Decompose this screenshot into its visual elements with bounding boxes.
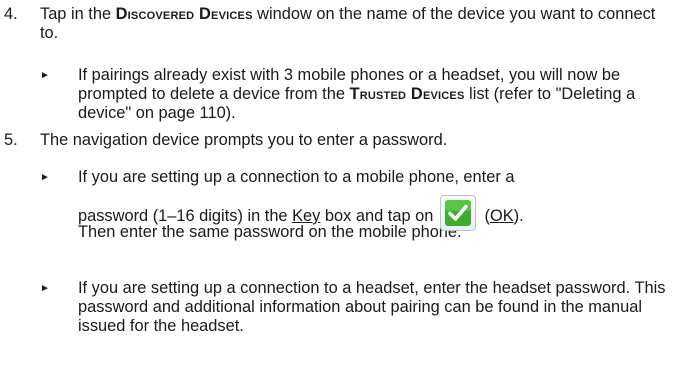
discovered-devices-label: Discovered Devices — [115, 5, 253, 23]
step-number: 4. — [4, 5, 18, 23]
step-text: Tap in the Discovered Devices window on … — [40, 5, 656, 42]
ok-checkmark-icon — [439, 195, 476, 231]
bullet-arrow-icon: ► — [40, 70, 50, 81]
bullet-arrow-icon: ► — [40, 283, 50, 294]
bullet-text: If you are setting up a connection to a … — [78, 279, 666, 335]
step-text: The navigation device prompts you to ent… — [40, 131, 448, 149]
ok-label: OK — [489, 207, 514, 225]
bullet-text: If pairings already exist with 3 mobile … — [78, 66, 636, 122]
bullet-text: If you are setting up a connection to a … — [78, 168, 524, 241]
step-number: 5. — [4, 131, 18, 149]
bullet-arrow-icon: ► — [40, 172, 50, 183]
manual-page: 4. Tap in the Discovered Devices window … — [0, 0, 679, 372]
trusted-devices-label: Trusted Devices — [349, 85, 465, 103]
